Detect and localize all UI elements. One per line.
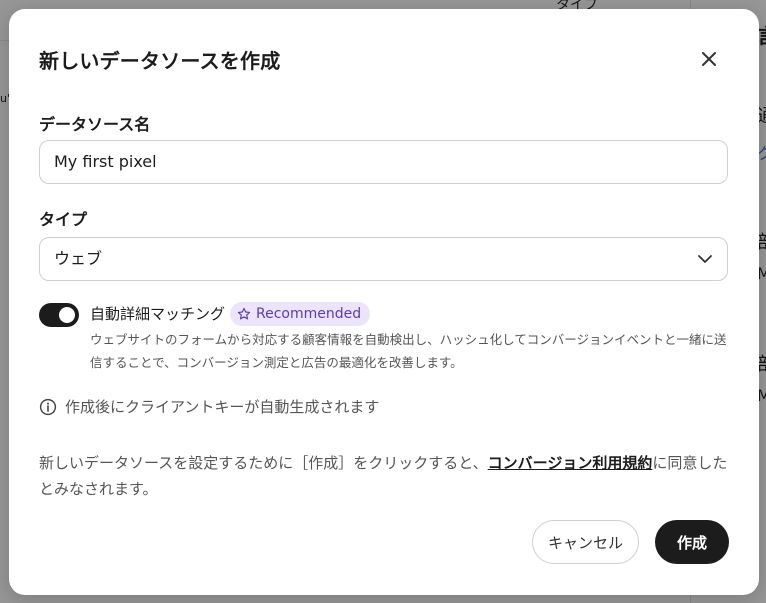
info-note: 作成後にクライアントキーが自動生成されます [39, 396, 379, 417]
data-source-name-label: データソース名 [39, 115, 151, 134]
type-select[interactable]: ウェブ [39, 237, 728, 281]
consent-text: 新しいデータソースを設定するために［作成］をクリックすると、コンバージョン利用規… [39, 450, 729, 502]
badge-label: Recommended [256, 306, 362, 322]
info-text: 作成後にクライアントキーが自動生成されます [65, 398, 380, 416]
dialog-title: 新しいデータソースを作成 [39, 49, 281, 73]
data-source-name-input[interactable]: My first pixel [39, 140, 728, 184]
chevron-down-icon [698, 255, 712, 263]
recommended-badge: Recommended [230, 302, 371, 326]
create-data-source-dialog: 新しいデータソースを作成 データソース名 My first pixel タイプ … [9, 9, 759, 595]
type-selected-value: ウェブ [54, 249, 103, 268]
consent-before: 新しいデータソースを設定するために［作成］をクリックすると、 [39, 454, 488, 472]
cancel-button[interactable]: キャンセル [532, 520, 639, 564]
type-label: タイプ [39, 210, 88, 229]
auto-matching-description: ウェブサイトのフォームから対応する顧客情報を自動検出し、ハッシュ化してコンバージ… [90, 332, 727, 370]
create-button[interactable]: 作成 [655, 520, 729, 564]
auto-matching-label: 自動詳細マッチング [90, 305, 226, 323]
info-icon [39, 398, 57, 415]
star-icon [237, 307, 251, 320]
close-icon [702, 52, 716, 66]
auto-matching-toggle[interactable] [39, 303, 79, 327]
toggle-knob [59, 307, 75, 323]
conversion-terms-link[interactable]: コンバージョン利用規約 [488, 454, 653, 472]
close-button[interactable] [695, 45, 723, 73]
